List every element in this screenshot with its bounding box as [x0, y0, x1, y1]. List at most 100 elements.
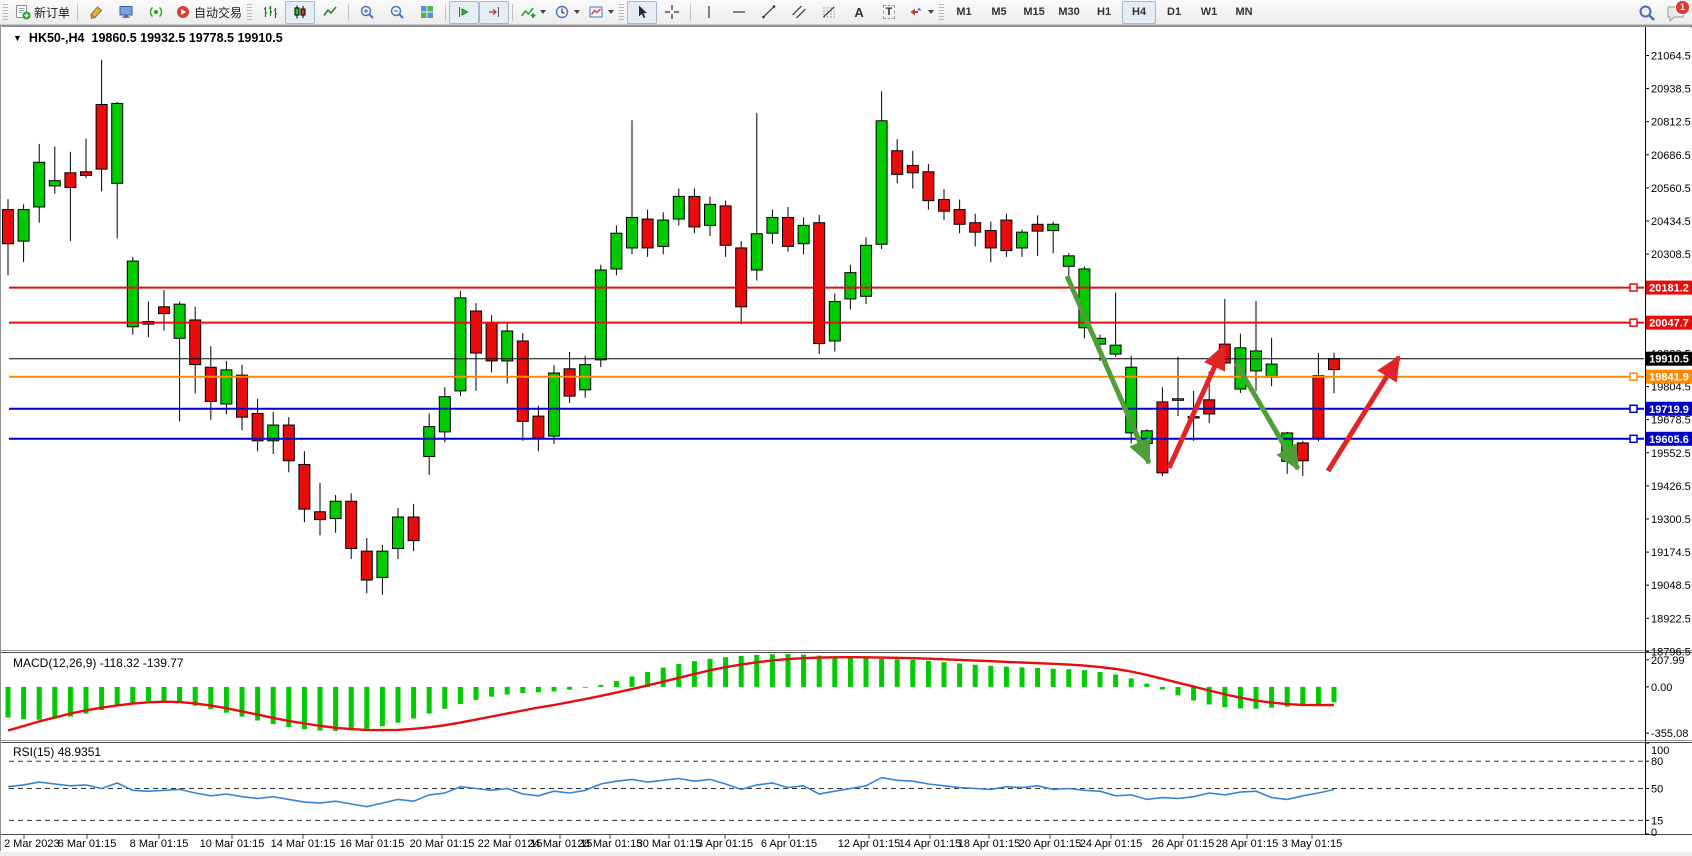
candle-body[interactable] [221, 370, 232, 404]
market-window-button[interactable] [111, 1, 141, 24]
candle-body[interactable] [923, 172, 934, 201]
candle-body[interactable] [1141, 431, 1152, 444]
tile-windows-button[interactable] [412, 1, 442, 24]
auto-scroll-button[interactable] [449, 1, 479, 24]
candle-body[interactable] [81, 172, 92, 176]
candle-body[interactable] [549, 373, 560, 436]
label-tool-button[interactable]: T [874, 1, 904, 24]
candle-body[interactable] [127, 261, 138, 327]
timeframe-m30-button[interactable]: M30 [1052, 1, 1086, 24]
candle-body[interactable] [3, 210, 14, 244]
candlestick-chart-button[interactable] [285, 1, 315, 24]
fibonacci-tool-button[interactable] [814, 1, 844, 24]
candle-body[interactable] [346, 501, 357, 548]
toolbar-grip[interactable] [619, 4, 624, 20]
notifications-button[interactable]: 1 [1666, 4, 1686, 22]
candle-body[interactable] [174, 304, 185, 338]
candle-body[interactable] [736, 248, 747, 307]
candle-body[interactable] [252, 413, 263, 440]
horizontal-line-tool-button[interactable] [724, 1, 754, 24]
candle-body[interactable] [783, 217, 794, 246]
candle-body[interactable] [49, 181, 60, 186]
main-chart-area[interactable] [9, 28, 1644, 651]
candle-body[interactable] [970, 223, 981, 232]
timeframe-w1-button[interactable]: W1 [1192, 1, 1226, 24]
bar-chart-button[interactable] [255, 1, 285, 24]
cursor-tool-button[interactable] [627, 1, 657, 24]
candle-body[interactable] [65, 173, 76, 188]
candle-body[interactable] [658, 220, 669, 246]
new-order-button[interactable]: 新订单 [11, 1, 74, 24]
candle-body[interactable] [377, 551, 388, 577]
candle-body[interactable] [34, 162, 45, 207]
candle-body[interactable] [1157, 402, 1168, 473]
candle-body[interactable] [96, 104, 107, 169]
candle-body[interactable] [1204, 400, 1215, 414]
chart-canvas[interactable]: 21064.520938.520812.520686.520560.520434… [1, 26, 1692, 852]
hline-anchor[interactable] [1630, 373, 1637, 380]
timeframe-d1-button[interactable]: D1 [1157, 1, 1191, 24]
candle-body[interactable] [502, 331, 513, 361]
candle-body[interactable] [611, 233, 622, 269]
line-chart-button[interactable] [315, 1, 345, 24]
candle-body[interactable] [814, 223, 825, 344]
candle-body[interactable] [439, 397, 450, 432]
candle-body[interactable] [299, 464, 310, 509]
candle-body[interactable] [330, 501, 341, 518]
candle-body[interactable] [159, 307, 170, 314]
arrows-tool-button[interactable] [904, 1, 938, 24]
timeframe-m15-button[interactable]: M15 [1017, 1, 1051, 24]
candle-body[interactable] [18, 210, 29, 242]
candle-body[interactable] [627, 217, 638, 247]
candle-body[interactable] [673, 196, 684, 219]
candle-body[interactable] [1017, 232, 1028, 248]
timeframe-h1-button[interactable]: H1 [1087, 1, 1121, 24]
candle-body[interactable] [705, 204, 716, 225]
candle-body[interactable] [315, 512, 326, 520]
toolbar-grip[interactable] [3, 4, 8, 20]
candle-body[interactable] [892, 151, 903, 175]
candle-body[interactable] [205, 367, 216, 401]
candle-body[interactable] [393, 517, 404, 549]
candle-body[interactable] [1266, 364, 1277, 377]
candle-body[interactable] [798, 225, 809, 243]
candle-body[interactable] [861, 245, 872, 296]
text-tool-button[interactable]: A [844, 1, 874, 24]
candle-body[interactable] [1313, 376, 1324, 439]
candle-body[interactable] [283, 425, 294, 461]
candle-body[interactable] [1048, 224, 1059, 230]
toolbar-grip[interactable] [939, 4, 944, 20]
trendline-tool-button[interactable] [754, 1, 784, 24]
periods-button[interactable] [550, 1, 584, 24]
hline-anchor[interactable] [1630, 284, 1637, 291]
candle-body[interactable] [1063, 256, 1074, 267]
candle-body[interactable] [361, 551, 372, 580]
candle-body[interactable] [237, 375, 248, 417]
candle-body[interactable] [985, 231, 996, 248]
signals-button[interactable] [141, 1, 171, 24]
chart-shift-button[interactable] [479, 1, 509, 24]
candle-body[interactable] [720, 206, 731, 245]
search-icon[interactable] [1638, 4, 1656, 22]
hline-anchor[interactable] [1630, 435, 1637, 442]
candle-body[interactable] [1110, 345, 1121, 354]
candle-body[interactable] [907, 165, 918, 172]
candle-body[interactable] [689, 196, 700, 226]
hline-anchor[interactable] [1630, 319, 1637, 326]
crosshair-tool-button[interactable] [657, 1, 687, 24]
candle-body[interactable] [1251, 351, 1262, 371]
candle-body[interactable] [564, 369, 575, 396]
macd-pane[interactable] [9, 653, 1644, 739]
candle-body[interactable] [829, 302, 840, 341]
candle-body[interactable] [876, 121, 887, 244]
candle-body[interactable] [1173, 399, 1184, 401]
hline-anchor[interactable] [1630, 405, 1637, 412]
candle-body[interactable] [471, 311, 482, 353]
candle-body[interactable] [845, 273, 856, 299]
candle-body[interactable] [1032, 224, 1043, 231]
timeframe-m5-button[interactable]: M5 [982, 1, 1016, 24]
candle-body[interactable] [424, 427, 435, 457]
candle-body[interactable] [595, 270, 606, 360]
timeframe-mn-button[interactable]: MN [1227, 1, 1261, 24]
timeframe-h4-button[interactable]: H4 [1122, 1, 1156, 24]
